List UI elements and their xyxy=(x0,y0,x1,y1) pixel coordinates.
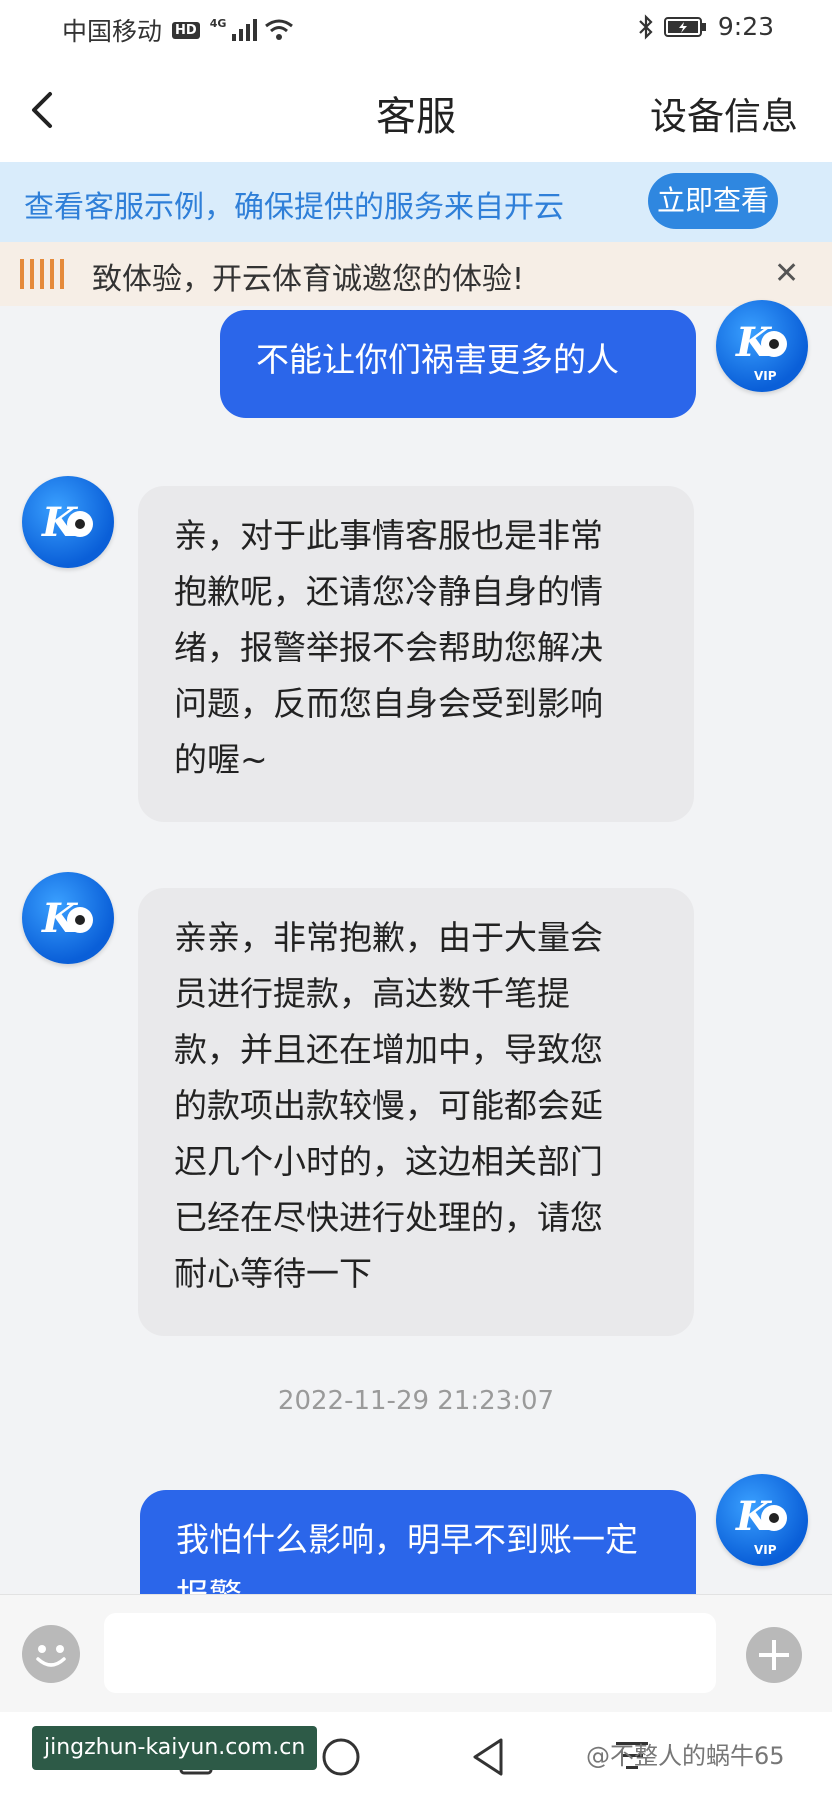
bluetooth-icon xyxy=(639,13,653,40)
signal-icon xyxy=(232,19,258,41)
network-type: 4G xyxy=(209,16,227,30)
agent-avatar[interactable]: K xyxy=(22,872,114,964)
message-line: 问题，反而您自身会受到影响 xyxy=(174,684,603,723)
hd-badge: HD xyxy=(172,21,200,39)
input-bar xyxy=(0,1594,832,1713)
nav-bar: 客服 设备信息 xyxy=(0,58,832,162)
add-button[interactable] xyxy=(746,1627,802,1683)
user-avatar[interactable]: K VIP xyxy=(716,300,808,392)
message-timestamp: 2022-11-29 21:23:07 xyxy=(277,1386,555,1416)
message-line: 抱歉呢，还请您冷静自身的情 xyxy=(174,572,603,611)
emoji-button[interactable] xyxy=(22,1625,80,1683)
message-line: 迟几个小时的，这边相关部门 xyxy=(174,1142,603,1181)
smiley-icon xyxy=(36,1645,66,1667)
status-right: 9:23 xyxy=(638,12,774,41)
status-bar: 中国移动 HD 4G 9:23 xyxy=(0,0,832,58)
audio-bars-icon xyxy=(20,259,64,289)
notice-banner: 查看客服示例，确保提供的服务来自开云 立即查看 xyxy=(0,162,832,242)
message-line: 的喔~ xyxy=(174,740,268,779)
svg-text:VIP: VIP xyxy=(754,369,777,383)
back-nav-icon[interactable] xyxy=(468,1736,508,1778)
system-nav-bar: jingzhun-kaiyun.com.cn @不整人的蜗牛65 xyxy=(0,1712,832,1803)
view-now-button[interactable]: 立即查看 xyxy=(648,173,778,229)
message-line: 绪，报警举报不会帮助您解决 xyxy=(174,628,603,667)
logo-icon: K xyxy=(41,499,93,546)
message-input[interactable] xyxy=(104,1613,716,1693)
message-line: 已经在尽快进行处理的，请您 xyxy=(174,1198,603,1237)
home-icon[interactable] xyxy=(320,1736,362,1778)
message-incoming: 亲亲，非常抱歉，由于大量会 员进行提款，高达数千笔提 款，并且还在增加中，导致您… xyxy=(138,888,694,1336)
agent-avatar[interactable]: K xyxy=(22,476,114,568)
message-text: 不能让你们祸害更多的人 xyxy=(256,340,619,379)
battery-icon xyxy=(663,16,706,37)
notice-text: 查看客服示例，确保提供的服务来自开云 xyxy=(24,190,564,225)
marquee-bar: 致体验，开云体育诚邀您的体验! ✕ xyxy=(0,242,832,306)
wifi-icon xyxy=(265,19,294,40)
watermark-user: @不整人的蜗牛65 xyxy=(586,1742,785,1770)
clock: 9:23 xyxy=(717,12,774,41)
plus-icon xyxy=(759,1640,789,1670)
message-line: 亲，对于此事情客服也是非常 xyxy=(174,516,603,555)
message-line: 款，并且还在增加中，导致您 xyxy=(174,1030,603,1069)
message-incoming: 亲，对于此事情客服也是非常 抱歉呢，还请您冷静自身的情 绪，报警举报不会帮助您解… xyxy=(138,486,694,822)
logo-icon: K xyxy=(41,895,93,942)
logo-icon: K VIP xyxy=(735,319,787,383)
carrier-label: 中国移动 xyxy=(62,17,163,46)
marquee-text: 致体验，开云体育诚邀您的体验! xyxy=(92,262,525,297)
watermark-url: jingzhun-kaiyun.com.cn xyxy=(32,1726,318,1770)
device-info-button[interactable]: 设备信息 xyxy=(650,86,798,140)
message-line: 员进行提款，高达数千笔提 xyxy=(174,974,570,1013)
status-left: 中国移动 HD 4G xyxy=(62,12,294,48)
message-line: 亲亲，非常抱歉，由于大量会 xyxy=(174,918,603,957)
message-line: 的款项出款较慢，可能都会延 xyxy=(174,1086,603,1125)
message-line: 耐心等待一下 xyxy=(174,1254,372,1293)
svg-text:VIP: VIP xyxy=(754,1543,777,1557)
close-icon[interactable]: ✕ xyxy=(774,256,799,291)
message-outgoing: 不能让你们祸害更多的人 xyxy=(220,310,696,418)
logo-icon: K VIP xyxy=(735,1493,787,1557)
user-avatar[interactable]: K VIP xyxy=(716,1474,808,1566)
